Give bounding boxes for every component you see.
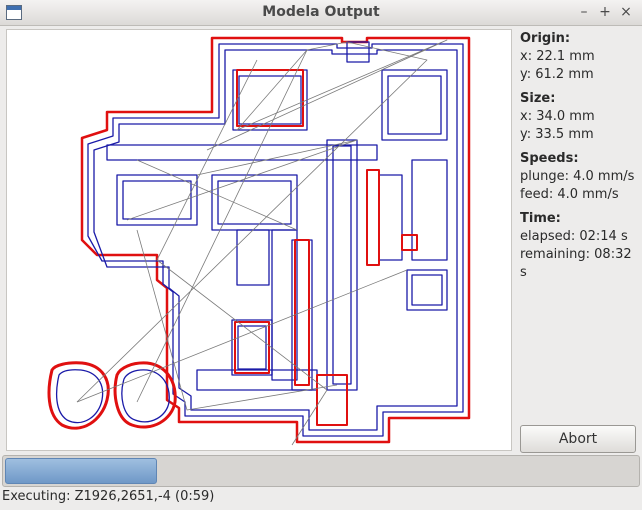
minimize-button[interactable]: – [575,3,593,21]
remaining-time-value: remaining: 08:32 s [520,247,632,280]
trace-path-h [122,180,192,220]
pad-outline-a [234,321,270,374]
trace-path-i [211,174,298,231]
origin-y-value: y: 61.2 mm [520,67,594,82]
trace-path-u [378,174,403,261]
origin-label: Origin: [520,31,571,46]
plunge-speed-value: plunge: 4.0 mm/s [520,169,635,184]
modela-output-window: Modela Output – + × Origin: x: 22.1 mm y… [0,0,642,510]
travel-path-a [76,41,428,403]
trace-path-q [411,274,443,306]
trace-path-l [332,145,352,385]
maximize-button[interactable]: + [596,3,614,21]
progress-bar [2,455,640,487]
trace-path-j [217,180,292,225]
progress-fill [5,458,157,484]
origin-x-value: x: 22.1 mm [520,49,595,64]
time-label: Time: [520,211,561,226]
feed-speed-value: feed: 4.0 mm/s [520,187,619,202]
toolpath-drawing [47,36,471,446]
pad-outline-e [366,169,380,266]
trace-path-x [346,41,370,63]
title-bar[interactable]: Modela Output – + × [0,0,642,26]
pad-left-blue [55,369,104,424]
window-title: Modela Output [262,4,380,20]
abort-button[interactable]: Abort [520,425,636,453]
trace-path-a [87,43,464,437]
speeds-label: Speeds: [520,151,579,166]
size-y-value: y: 33.5 mm [520,127,594,142]
trace-path-o [236,229,270,286]
elapsed-time-value: elapsed: 02:14 s [520,229,628,244]
pad-left-red [47,361,110,430]
trace-path-e [381,69,448,141]
travel-path-e [291,389,328,446]
size-x-value: x: 34.0 mm [520,109,595,124]
trace-path-f [387,75,442,135]
trace-path-k [326,139,358,391]
trace-path-p [406,269,448,311]
pad-outline-c [401,234,418,251]
toolpath-preview [6,29,512,451]
pad-outline-f [316,374,348,426]
close-button[interactable]: × [617,3,635,21]
pad-right-blue [121,369,170,423]
job-info-panel: Origin: x: 22.1 mm y: 61.2 mm Size: x: 3… [520,30,640,282]
status-line: Executing: Z1926,2651,-4 (0:59) [2,489,215,504]
travel-path-c [126,139,358,221]
size-label: Size: [520,91,556,106]
